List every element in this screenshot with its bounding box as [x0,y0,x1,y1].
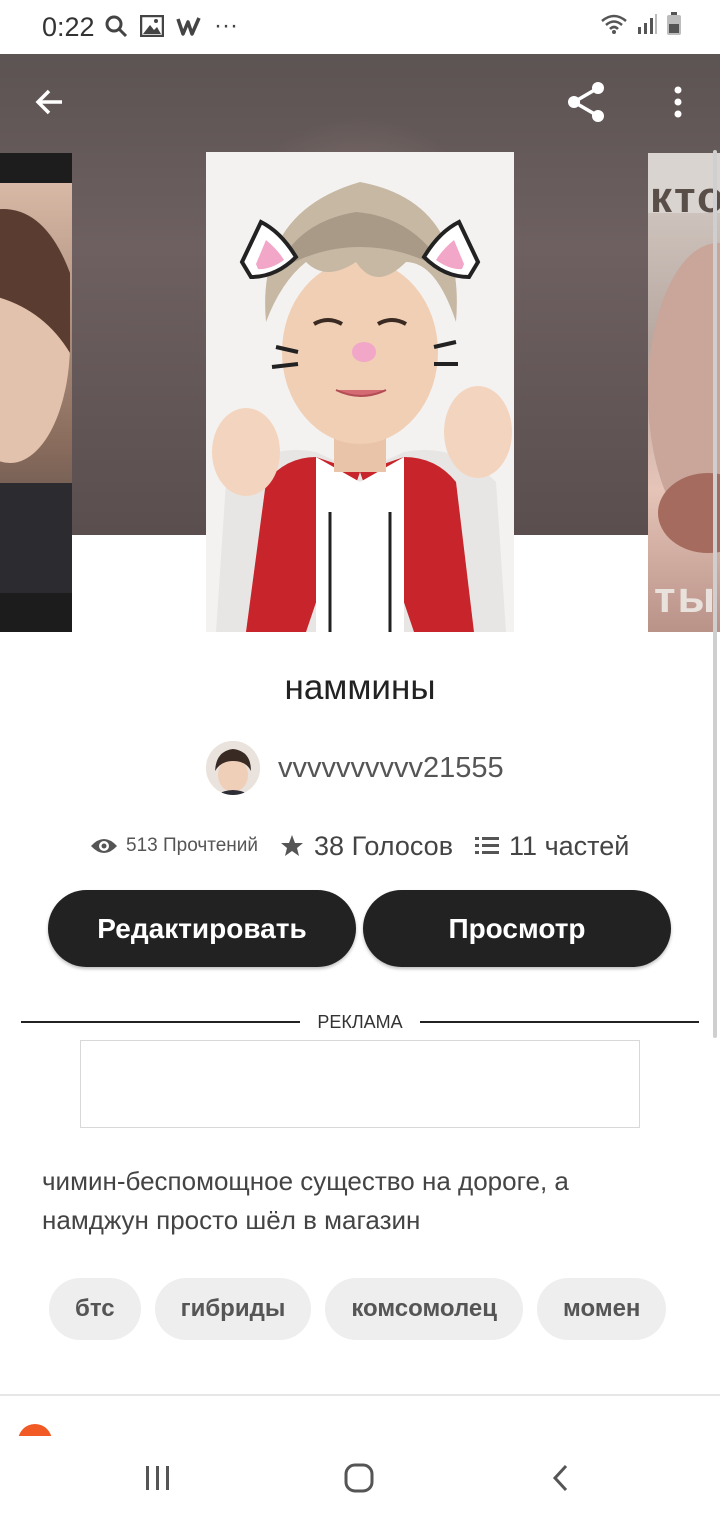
star-icon [281,835,304,856]
system-navigation-bar [0,1436,720,1520]
image-icon [140,15,164,37]
edit-button[interactable]: Редактировать [48,890,356,967]
tags-list[interactable]: бтс гибриды комсомолец момен [49,1278,692,1340]
next-cover-art [648,153,720,553]
tag-chip[interactable]: бтс [49,1278,141,1340]
author-name: vvvvvvvvvv21555 [278,751,504,784]
votes-stat: 38 Голосов [280,831,453,862]
more-notifications-icon: ··· [214,12,238,39]
next-cover-text-bottom: ты н [654,573,718,632]
next-cover-text-top: кто [650,173,720,222]
scrollbar[interactable] [713,150,717,1038]
cover-illustration [206,152,514,632]
preview-button[interactable]: Просмотр [363,890,671,967]
tag-chip[interactable]: гибриды [154,1278,312,1340]
next-story-cover[interactable]: кто ты н [648,153,720,632]
share-button[interactable] [556,72,616,132]
tag-chip[interactable]: момен [537,1278,667,1340]
search-icon [105,15,128,38]
share-icon [568,82,604,122]
list-icon [475,837,500,854]
ad-container[interactable] [80,1040,640,1128]
back-nav-button[interactable] [531,1456,591,1500]
back-chevron-icon [552,1464,568,1492]
section-divider [0,1394,720,1396]
battery-icon [667,12,681,35]
recent-apps-button[interactable] [128,1456,188,1500]
recent-apps-icon [146,1466,169,1490]
status-time: 0:22 [42,12,95,42]
status-system-icons [600,12,682,36]
back-arrow-icon [35,89,62,115]
status-bar: 0:22 ··· [0,0,720,54]
ad-divider-right [420,1021,699,1023]
home-button[interactable] [329,1456,389,1500]
previous-cover-art [0,153,72,632]
story-cover-image[interactable] [206,152,514,632]
tag-chip[interactable]: комсомолец [325,1278,524,1340]
reads-count: 513 Прочтений [126,835,259,856]
back-button[interactable] [20,72,80,132]
author-avatar [206,741,260,795]
status-notification-icons: ··· [104,12,238,40]
story-description: чимин-беспомощное существо на дороге, а … [42,1166,569,1235]
story-details-screen: 0:22 ··· кто ты наммины vvvvvvvvvv21555 … [0,0,720,1520]
wifi-icon [601,14,627,34]
ad-label: РЕКЛАМА [317,1012,403,1032]
signal-icon [638,14,657,34]
votes-count: 38 Голосов [314,830,454,861]
parts-count: 11 частей [509,830,630,861]
ad-divider-left [21,1021,300,1023]
story-stats: 513 Прочтений 38 Голосов 11 частей [90,826,629,866]
overflow-menu-icon [674,86,682,118]
wattpad-icon [176,17,201,36]
parts-stat: 11 частей [475,831,629,862]
story-title: наммины [284,668,436,707]
reads-stat: 513 Прочтений [90,835,258,857]
previous-story-cover[interactable] [0,153,72,632]
home-icon [344,1463,374,1493]
eye-icon [91,839,117,853]
author-link[interactable]: vvvvvvvvvv21555 [206,741,504,795]
overflow-menu-button[interactable] [648,72,708,132]
